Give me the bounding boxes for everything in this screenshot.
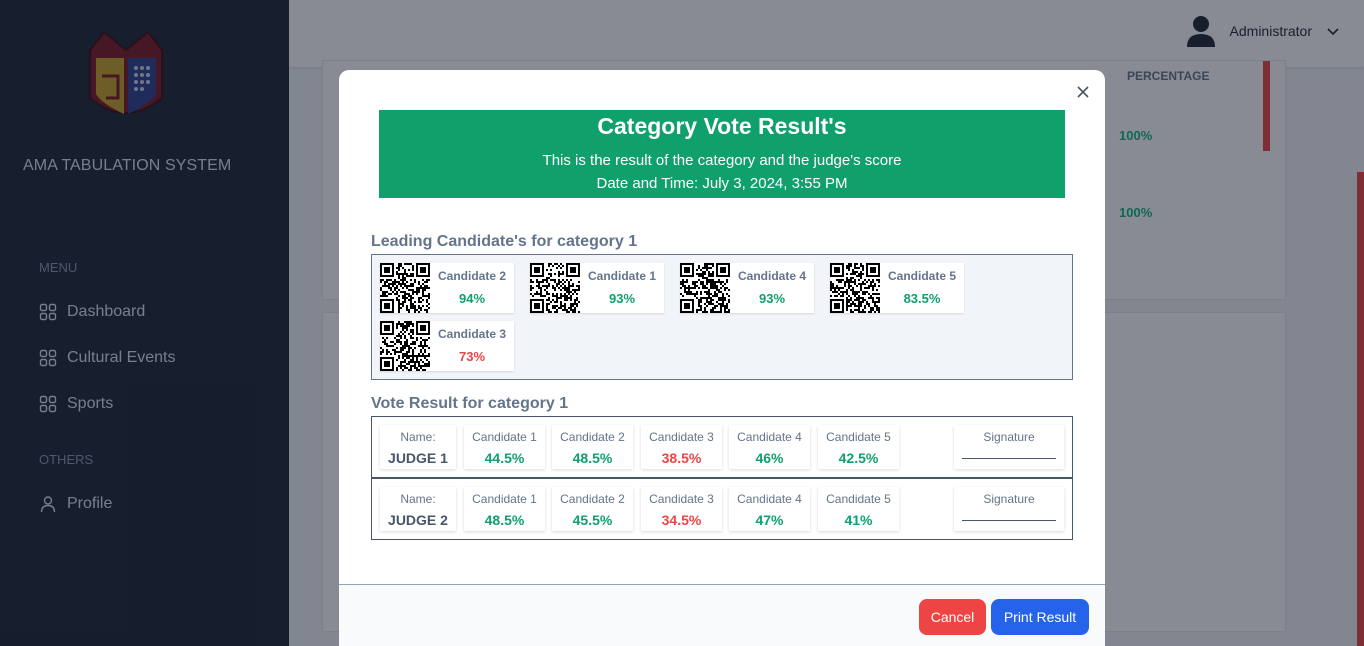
candidate-percentage: 83.5% [903,291,941,306]
score-cell: Candidate 2 45.5% [552,487,633,531]
candidate-name: Candidate 1 [588,269,657,283]
signature-line [962,520,1056,521]
qr-code-icon [380,321,430,371]
score-cell: Candidate 1 44.5% [464,425,545,469]
judge-row: Name: JUDGE 2 Candidate 1 48.5% Candidat… [371,478,1073,540]
candidate-name: Candidate 2 [438,269,507,283]
score-value: 48.5% [484,512,525,528]
judge-name-cell: Name: JUDGE 1 [380,425,456,469]
score-value: 48.5% [572,450,613,466]
close-icon[interactable] [1075,84,1091,100]
score-candidate: Candidate 5 [826,430,891,444]
modal-title: Category Vote Result's [597,113,847,139]
result-banner: Category Vote Result's This is the resul… [379,110,1065,198]
score-candidate: Candidate 3 [649,430,714,444]
cancel-button[interactable]: Cancel [919,599,986,635]
judge-name-cell: Name: JUDGE 2 [380,487,456,531]
leading-candidate-card: Candidate 1 93% [530,263,664,313]
leading-candidate-card: Candidate 5 83.5% [830,263,964,313]
candidate-percentage: 93% [608,291,636,306]
qr-code-icon [830,263,880,313]
judge-row: Name: JUDGE 1 Candidate 1 44.5% Candidat… [371,416,1073,478]
score-cell: Candidate 5 42.5% [818,425,899,469]
score-value: 41% [844,512,873,528]
qr-code-icon [380,263,430,313]
candidate-name: Candidate 3 [438,327,507,341]
score-value: 42.5% [838,450,879,466]
judge-name: JUDGE 2 [388,512,448,528]
signature-cell: Signature [954,487,1064,531]
signature-label: Signature [983,492,1035,506]
score-candidate: Candidate 5 [826,492,891,506]
vote-result-modal: Category Vote Result's This is the resul… [339,70,1105,646]
signature-label: Signature [983,430,1035,444]
score-cell: Candidate 3 38.5% [641,425,722,469]
score-candidate: Candidate 1 [472,492,537,506]
leading-candidate-card: Candidate 3 73% [380,321,514,371]
score-cell: Candidate 2 48.5% [552,425,633,469]
vote-result-title: Vote Result for category 1 [371,395,569,412]
score-candidate: Candidate 2 [560,492,625,506]
score-cell: Candidate 4 47% [729,487,810,531]
modal-footer: Cancel Print Result [339,584,1105,646]
score-candidate: Candidate 4 [737,430,802,444]
score-cell: Candidate 1 48.5% [464,487,545,531]
leading-candidate-card: Candidate 4 93% [680,263,814,313]
score-value: 46% [755,450,784,466]
candidate-percentage: 93% [758,291,786,306]
score-value: 38.5% [661,450,702,466]
signature-cell: Signature [954,425,1064,469]
score-cell: Candidate 4 46% [729,425,810,469]
score-value: 34.5% [661,512,702,528]
modal-subtitle: This is the result of the category and t… [542,152,902,169]
qr-code-icon [530,263,580,313]
score-candidate: Candidate 2 [560,430,625,444]
leading-title: Leading Candidate's for category 1 [371,233,638,250]
score-candidate: Candidate 4 [737,492,802,506]
candidate-percentage: 94% [458,291,486,306]
name-label: Name: [400,492,436,506]
leading-candidate-card: Candidate 2 94% [380,263,514,313]
score-value: 47% [755,512,784,528]
candidate-name: Candidate 5 [888,269,957,283]
signature-line [962,458,1056,459]
score-cell: Candidate 5 41% [818,487,899,531]
judge-name: JUDGE 1 [388,450,448,466]
candidate-name: Candidate 4 [738,269,807,283]
name-label: Name: [400,430,436,444]
score-candidate: Candidate 1 [472,430,537,444]
print-result-button[interactable]: Print Result [991,599,1089,635]
score-candidate: Candidate 3 [649,492,714,506]
score-cell: Candidate 3 34.5% [641,487,722,531]
candidate-percentage: 73% [458,349,486,364]
score-value: 45.5% [572,512,613,528]
score-value: 44.5% [484,450,525,466]
qr-code-icon [680,263,730,313]
modal-datetime: Date and Time: July 3, 2024, 3:55 PM [596,175,848,192]
leading-candidates: Candidate 2 94% Candidate 1 93% Candidat… [371,254,1073,380]
